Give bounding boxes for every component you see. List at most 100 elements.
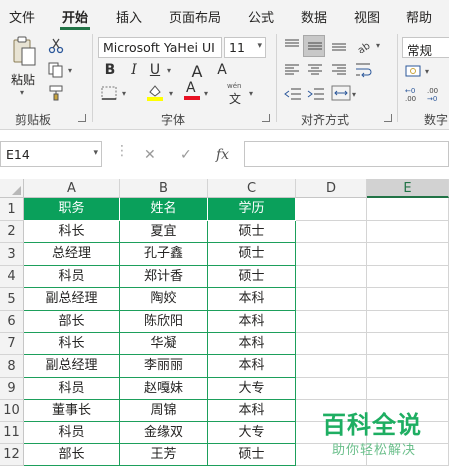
phonetic-button[interactable]: wén 文 — [226, 82, 248, 106]
tab-help[interactable]: 帮助 — [406, 7, 432, 26]
paste-label[interactable]: 粘贴 — [11, 71, 35, 88]
empty-cell[interactable] — [296, 333, 367, 355]
empty-cell[interactable] — [367, 378, 449, 400]
font-color-button[interactable]: A — [184, 80, 200, 100]
select-all-button[interactable] — [0, 179, 24, 198]
format-painter-icon[interactable] — [48, 85, 66, 101]
table-cell[interactable]: 副总经理 — [24, 288, 120, 311]
increase-font-button[interactable]: A — [189, 62, 205, 81]
row-header-5[interactable]: 5 — [0, 288, 24, 311]
table-cell[interactable]: 副总经理 — [24, 355, 120, 378]
formula-input[interactable] — [244, 141, 449, 167]
more-options-icon[interactable]: ⋮ — [115, 143, 129, 159]
name-box[interactable]: E14 ▾ — [0, 141, 102, 167]
align-left-icon[interactable] — [284, 63, 300, 77]
row-header-3[interactable]: 3 — [0, 243, 24, 266]
row-header-4[interactable]: 4 — [0, 266, 24, 288]
tab-formulas[interactable]: 公式 — [248, 7, 274, 26]
table-cell[interactable]: 科长 — [24, 221, 120, 243]
table-cell[interactable]: 孔子鑫 — [120, 243, 208, 266]
empty-cell[interactable] — [367, 198, 449, 221]
tab-file[interactable]: 文件 — [9, 7, 35, 26]
border-icon[interactable] — [101, 86, 117, 100]
column-header-a[interactable]: A — [24, 179, 120, 198]
empty-cell[interactable] — [367, 243, 449, 266]
row-header-7[interactable]: 7 — [0, 333, 24, 355]
row-header-10[interactable]: 10 — [0, 400, 24, 422]
empty-cell[interactable] — [296, 355, 367, 378]
tab-view[interactable]: 视图 — [354, 7, 380, 26]
table-cell[interactable]: 王芳 — [120, 444, 208, 466]
paste-icon[interactable] — [12, 36, 38, 68]
font-size-select[interactable]: 11 ▾ — [224, 37, 266, 58]
table-cell[interactable]: 硕士 — [208, 221, 296, 243]
align-middle-button[interactable] — [303, 35, 325, 57]
tab-data[interactable]: 数据 — [301, 7, 327, 26]
column-header-b[interactable]: B — [120, 179, 208, 198]
empty-cell[interactable] — [296, 378, 367, 400]
confirm-entry-icon[interactable]: ✓ — [180, 147, 192, 163]
table-cell[interactable]: 科员 — [24, 266, 120, 288]
table-header-cell[interactable]: 姓名 — [120, 198, 208, 221]
row-header-11[interactable]: 11 — [0, 422, 24, 444]
copy-icon[interactable] — [48, 62, 64, 78]
copy-dropdown-icon[interactable]: ▾ — [68, 66, 72, 75]
table-cell[interactable]: 科长 — [24, 333, 120, 355]
table-cell[interactable]: 本科 — [208, 333, 296, 355]
empty-cell[interactable] — [367, 288, 449, 311]
decrease-font-button[interactable]: A — [214, 62, 230, 80]
table-cell[interactable]: 赵嘎妹 — [120, 378, 208, 400]
table-cell[interactable]: 郑计香 — [120, 266, 208, 288]
table-cell[interactable]: 科员 — [24, 378, 120, 400]
merge-center-icon[interactable] — [331, 85, 351, 101]
table-cell[interactable]: 科员 — [24, 422, 120, 444]
table-cell[interactable]: 部长 — [24, 311, 120, 333]
row-header-8[interactable]: 8 — [0, 355, 24, 378]
empty-cell[interactable] — [296, 266, 367, 288]
table-cell[interactable]: 硕士 — [208, 266, 296, 288]
border-dropdown-icon[interactable]: ▾ — [122, 89, 126, 98]
cut-icon[interactable] — [48, 38, 64, 54]
table-cell[interactable]: 董事长 — [24, 400, 120, 422]
phonetic-dropdown-icon[interactable]: ▾ — [249, 89, 253, 98]
table-header-cell[interactable]: 学历 — [208, 198, 296, 221]
table-cell[interactable]: 硕士 — [208, 444, 296, 466]
column-header-e[interactable]: E — [367, 179, 449, 198]
merge-dropdown-icon[interactable]: ▾ — [352, 90, 356, 99]
underline-button[interactable]: U — [147, 62, 163, 80]
empty-cell[interactable] — [296, 311, 367, 333]
empty-cell[interactable] — [367, 355, 449, 378]
table-cell[interactable]: 大专 — [208, 378, 296, 400]
paste-dropdown-icon[interactable]: ▾ — [20, 88, 24, 97]
align-bottom-icon[interactable] — [331, 38, 347, 52]
tab-page-layout[interactable]: 页面布局 — [169, 7, 221, 26]
wrap-text-icon[interactable] — [355, 61, 373, 79]
tab-insert[interactable]: 插入 — [116, 7, 142, 26]
cancel-entry-icon[interactable]: ✕ — [144, 147, 156, 163]
table-cell[interactable]: 陈欣阳 — [120, 311, 208, 333]
table-cell[interactable]: 总经理 — [24, 243, 120, 266]
clipboard-launcher-icon[interactable] — [78, 114, 86, 122]
empty-cell[interactable] — [367, 311, 449, 333]
table-cell[interactable]: 大专 — [208, 422, 296, 444]
table-cell[interactable]: 本科 — [208, 355, 296, 378]
alignment-launcher-icon[interactable] — [384, 114, 392, 122]
align-center-icon[interactable] — [307, 63, 323, 77]
row-header-6[interactable]: 6 — [0, 311, 24, 333]
decrease-indent-icon[interactable] — [284, 87, 302, 101]
table-cell[interactable]: 李丽丽 — [120, 355, 208, 378]
empty-cell[interactable] — [296, 243, 367, 266]
orientation-dropdown-icon[interactable]: ▾ — [376, 41, 380, 50]
align-right-icon[interactable] — [331, 63, 347, 77]
decimal-adjust-icon[interactable]: ←0 .00 .00 →0 — [405, 86, 449, 102]
tab-home[interactable]: 开始 — [62, 7, 88, 26]
font-color-dropdown-icon[interactable]: ▾ — [204, 89, 208, 98]
empty-cell[interactable] — [296, 221, 367, 243]
row-header-1[interactable]: 1 — [0, 198, 24, 221]
font-name-select[interactable]: Microsoft YaHei UI — [98, 37, 222, 58]
table-cell[interactable]: 陶姣 — [120, 288, 208, 311]
column-header-d[interactable]: D — [296, 179, 367, 198]
underline-dropdown-icon[interactable]: ▾ — [167, 66, 171, 75]
table-header-cell[interactable]: 职务 — [24, 198, 120, 221]
empty-cell[interactable] — [367, 333, 449, 355]
